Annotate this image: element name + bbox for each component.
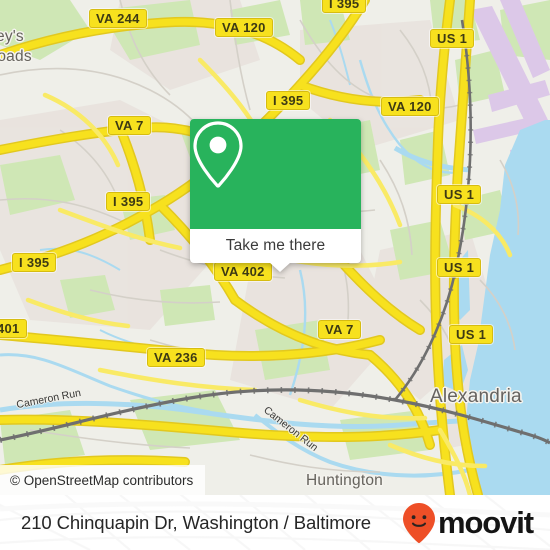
highway-shield[interactable]: I 395	[12, 253, 57, 272]
moovit-wordmark: moovit	[437, 505, 534, 540]
highway-shield[interactable]: US 1	[449, 325, 494, 344]
callout-icon-area	[190, 119, 361, 229]
footer-bar: 210 Chinquapin Dr, Washington / Baltimor…	[0, 495, 550, 550]
map-pin-icon	[193, 121, 243, 188]
highway-shield[interactable]: 401	[0, 319, 27, 338]
highway-shield[interactable]: VA 120	[215, 18, 273, 37]
map-canvas[interactable]: ey's roads Alexandria Huntington Cameron…	[0, 0, 550, 495]
highway-shield[interactable]: US 1	[437, 258, 482, 277]
highway-shield[interactable]: VA 7	[318, 320, 361, 339]
highway-shield[interactable]: VA 120	[381, 97, 439, 116]
highway-shield[interactable]: I 395	[322, 0, 367, 13]
address-text: 210 Chinquapin Dr, Washington / Baltimor…	[21, 511, 371, 533]
callout-action-bar[interactable]: Take me there	[190, 229, 361, 272]
highway-shield[interactable]: I 395	[106, 192, 151, 211]
moovit-brand[interactable]: moovit	[402, 502, 534, 544]
highway-shield[interactable]: VA 7	[108, 116, 151, 135]
highway-shield[interactable]: US 1	[430, 29, 475, 48]
highway-shield[interactable]: VA 402	[214, 262, 272, 281]
highway-shield[interactable]: US 1	[437, 185, 482, 204]
screenshot-root: ey's roads Alexandria Huntington Cameron…	[0, 0, 550, 550]
highway-shield[interactable]: I 395	[266, 91, 311, 110]
callout-tail	[269, 262, 291, 272]
destination-callout-card[interactable]: Take me there	[190, 119, 361, 272]
highway-shield[interactable]: VA 236	[147, 348, 205, 367]
take-me-there-label: Take me there	[225, 237, 326, 254]
highway-shield[interactable]: VA 244	[89, 9, 147, 28]
osm-attribution[interactable]: © OpenStreetMap contributors	[0, 465, 206, 495]
moovit-smiley-pin-icon	[402, 502, 435, 543]
